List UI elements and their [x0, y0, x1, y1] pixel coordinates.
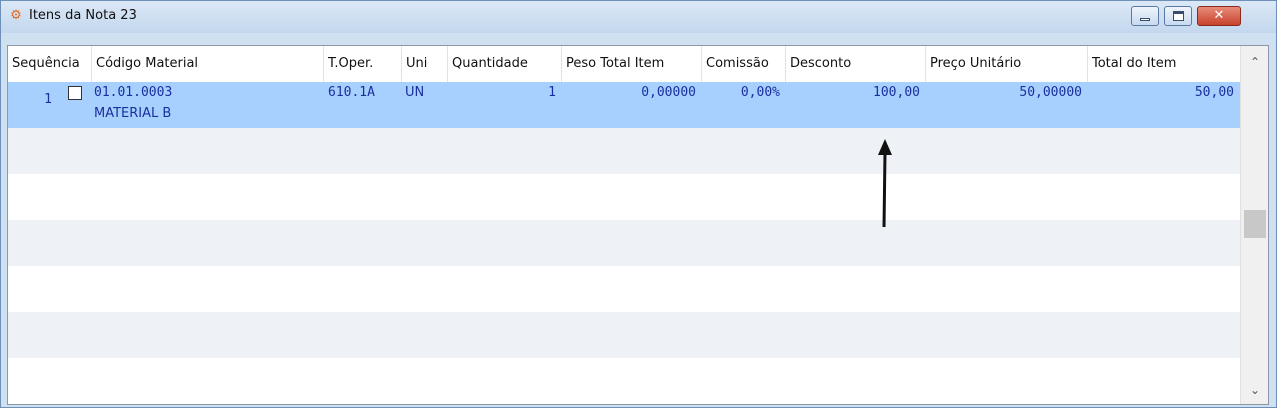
column-header-total-item[interactable]: Total do Item [1088, 46, 1240, 82]
scrollbar-thumb[interactable] [1244, 210, 1266, 238]
cell-uni: UN [405, 85, 425, 100]
maximize-button[interactable] [1164, 6, 1192, 26]
cell-total-item: 50,00 [1194, 85, 1234, 100]
scroll-up-icon[interactable]: ⌃ [1241, 52, 1268, 72]
grid-header: Sequência Código Material T.Oper. Uni Qu… [8, 46, 1240, 83]
items-grid[interactable]: Sequência Código Material T.Oper. Uni Qu… [7, 45, 1269, 405]
cell-comissao: 0,00% [740, 85, 780, 100]
column-header-toper[interactable]: T.Oper. [324, 46, 402, 82]
cell-codigo-material: 01.01.0003 [94, 85, 173, 100]
close-icon: ✕ [1213, 8, 1225, 23]
annotation-arrow-icon [878, 139, 892, 228]
column-header-uni[interactable]: Uni [402, 46, 448, 82]
row-checkbox[interactable] [68, 86, 82, 100]
table-row[interactable]: 1 01.01.0003 MATERIAL B 610.1A UN 1 0,00… [8, 82, 1240, 128]
cell-sequencia: 1 [44, 92, 52, 107]
app-icon: ⚙ [10, 8, 22, 23]
scroll-down-icon[interactable]: ⌄ [1241, 380, 1268, 400]
column-header-desconto[interactable]: Desconto [786, 46, 926, 82]
empty-row [8, 220, 1240, 266]
cell-preco-unitario: 50,00000 [1019, 85, 1082, 100]
empty-row [8, 266, 1240, 312]
minimize-button[interactable] [1131, 6, 1159, 26]
minimize-icon [1140, 18, 1150, 21]
vertical-scrollbar[interactable]: ⌃ ⌄ [1240, 46, 1268, 404]
empty-row [8, 128, 1240, 174]
title-bar[interactable]: ⚙ Itens da Nota 23 ✕ [1, 1, 1276, 33]
column-header-preco-unitario[interactable]: Preço Unitário [926, 46, 1088, 82]
column-header-codigo-material[interactable]: Código Material [92, 46, 324, 82]
maximize-icon [1173, 11, 1184, 21]
cell-desconto: 100,00 [873, 85, 920, 100]
column-header-sequencia[interactable]: Sequência [8, 46, 92, 82]
empty-row [8, 358, 1240, 404]
cell-peso-total: 0,00000 [641, 85, 696, 100]
column-header-comissao[interactable]: Comissão [702, 46, 786, 82]
empty-row [8, 312, 1240, 358]
window-title: Itens da Nota 23 [29, 8, 137, 23]
cell-descricao-material: MATERIAL B [94, 106, 172, 121]
cell-quantidade: 1 [548, 85, 556, 100]
column-header-quantidade[interactable]: Quantidade [448, 46, 562, 82]
close-button[interactable]: ✕ [1197, 6, 1241, 26]
items-window: ⚙ Itens da Nota 23 ✕ Sequência Código Ma… [0, 0, 1277, 408]
empty-row [8, 174, 1240, 220]
cell-toper: 610.1A [328, 85, 375, 100]
column-header-peso-total[interactable]: Peso Total Item [562, 46, 702, 82]
